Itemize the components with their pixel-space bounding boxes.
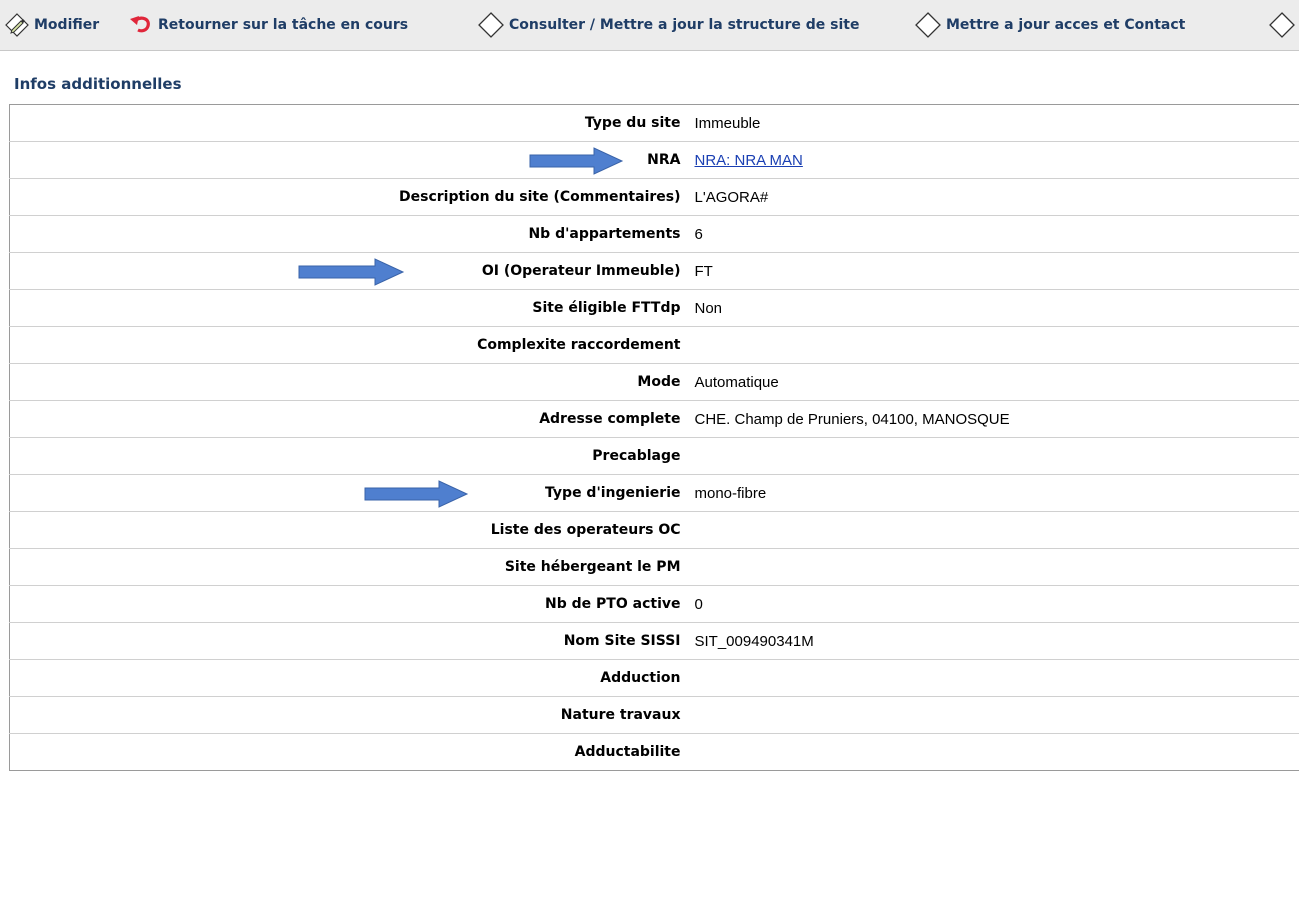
table-row: Liste des operateurs OC: [9, 511, 1299, 549]
table-row: Description du site (Commentaires) L'AGO…: [9, 178, 1299, 216]
row-value: Non: [694, 289, 1299, 327]
row-label: Nb de PTO active: [9, 585, 695, 623]
row-value: Automatique: [694, 363, 1299, 401]
structure-site-label: Consulter / Mettre a jour la structure d…: [509, 17, 860, 33]
row-value: CHE. Champ de Pruniers, 04100, MANOSQUE: [694, 400, 1299, 438]
annotation-arrow-icon: [364, 480, 469, 508]
row-label: OI (Operateur Immeuble): [9, 252, 695, 290]
diamond-icon: [477, 11, 505, 39]
modifier-label: Modifier: [34, 17, 100, 33]
row-value: 6: [694, 215, 1299, 253]
nra-label: NRA: [647, 152, 681, 168]
toolbar: Modifier Retourner sur la tâche en cours…: [0, 0, 1299, 51]
row-label: Site éligible FTTdp: [9, 289, 695, 327]
oi-label: OI (Operateur Immeuble): [481, 263, 681, 279]
row-value: SIT_009490341M: [694, 622, 1299, 660]
row-label: Description du site (Commentaires): [9, 178, 695, 216]
row-value: [694, 696, 1299, 734]
row-label: Adduction: [9, 659, 695, 697]
table-row: Type du site Immeuble: [9, 104, 1299, 142]
table-row: Nom Site SISSI SIT_009490341M: [9, 622, 1299, 660]
row-label: Liste des operateurs OC: [9, 511, 695, 549]
more-toolbar-button[interactable]: [1268, 0, 1296, 50]
row-value: 0: [694, 585, 1299, 623]
diamond-icon: [914, 11, 942, 39]
structure-site-button[interactable]: Consulter / Mettre a jour la structure d…: [477, 0, 859, 50]
row-value: NRA: NRA MAN: [694, 141, 1299, 179]
row-value: [694, 733, 1299, 771]
table-row: NRA NRA: NRA MAN: [9, 141, 1299, 179]
diamond-icon: [1268, 11, 1296, 39]
return-task-button[interactable]: Retourner sur la tâche en cours: [128, 0, 408, 50]
section-title: Infos additionnelles: [14, 75, 182, 93]
acces-contact-label: Mettre a jour acces et Contact: [946, 17, 1186, 33]
ingenierie-label: Type d'ingenierie: [545, 485, 681, 501]
table-row: Type d'ingenierie mono-fibre: [9, 474, 1299, 512]
return-arrow-icon: [128, 14, 154, 36]
table-row: Mode Automatique: [9, 363, 1299, 401]
row-label: Adresse complete: [9, 400, 695, 438]
row-label: Precablage: [9, 437, 695, 475]
table-row: Site éligible FTTdp Non: [9, 289, 1299, 327]
table-row: Adresse complete CHE. Champ de Pruniers,…: [9, 400, 1299, 438]
row-value: FT: [694, 252, 1299, 290]
table-row: Nb de PTO active 0: [9, 585, 1299, 623]
acces-contact-button[interactable]: Mettre a jour acces et Contact: [914, 0, 1185, 50]
row-label: Complexite raccordement: [9, 326, 695, 364]
annotation-arrow-icon: [298, 258, 405, 286]
table-row: Complexite raccordement: [9, 326, 1299, 364]
table-row: Adductabilite: [9, 733, 1299, 771]
row-value: [694, 548, 1299, 586]
row-value: L'AGORA#: [694, 178, 1299, 216]
table-row: Adduction: [9, 659, 1299, 697]
row-label: Type du site: [9, 104, 695, 142]
row-value: [694, 511, 1299, 549]
table-row: Nature travaux: [9, 696, 1299, 734]
row-label: Adductabilite: [9, 733, 695, 771]
annotation-arrow-icon: [529, 147, 624, 175]
row-label: NRA: [9, 141, 695, 179]
table-row: Site hébergeant le PM: [9, 548, 1299, 586]
row-value: Immeuble: [694, 104, 1299, 142]
row-value: mono-fibre: [694, 474, 1299, 512]
row-label: Site hébergeant le PM: [9, 548, 695, 586]
return-task-label: Retourner sur la tâche en cours: [158, 17, 409, 33]
row-label: Type d'ingenierie: [9, 474, 695, 512]
nra-link[interactable]: NRA: NRA MAN: [695, 152, 803, 169]
row-label: Nom Site SISSI: [9, 622, 695, 660]
edit-pencil-icon: [4, 12, 30, 38]
row-label: Nature travaux: [9, 696, 695, 734]
row-label: Nb d'appartements: [9, 215, 695, 253]
row-value: [694, 659, 1299, 697]
info-table: Type du site Immeuble NRA NRA: NRA MAN D…: [9, 104, 1299, 771]
table-row: Nb d'appartements 6: [9, 215, 1299, 253]
table-row: Precablage: [9, 437, 1299, 475]
row-value: [694, 326, 1299, 364]
table-row: OI (Operateur Immeuble) FT: [9, 252, 1299, 290]
modifier-button[interactable]: Modifier: [4, 0, 99, 50]
row-label: Mode: [9, 363, 695, 401]
row-value: [694, 437, 1299, 475]
